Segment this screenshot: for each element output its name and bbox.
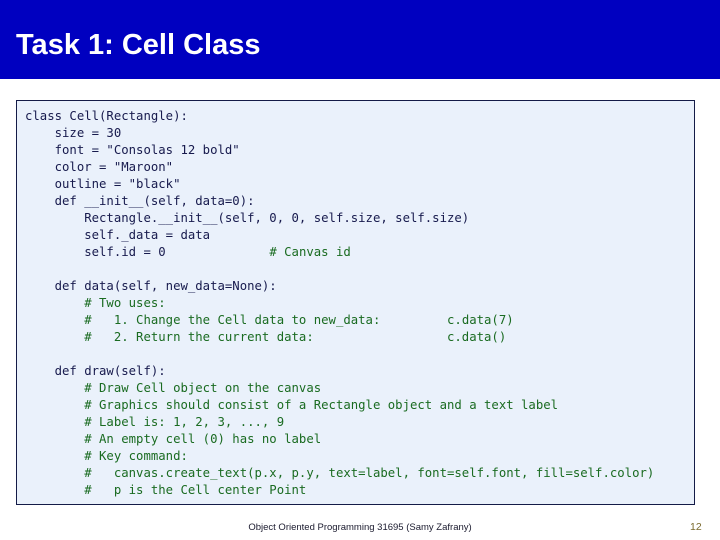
code-line: # Two uses: (25, 295, 694, 312)
code-text: class Cell(Rectangle): (25, 109, 188, 123)
page-number: 12 (690, 521, 702, 533)
slide: Task 1: Cell Class class Cell(Rectangle)… (0, 0, 720, 540)
code-text: Rectangle.__init__(self, 0, 0, self.size… (25, 211, 470, 225)
code-line: # An empty cell (0) has no label (25, 431, 694, 448)
code-line: self._data = data (25, 227, 694, 244)
code-text: outline = "black" (25, 177, 181, 191)
code-text: size = 30 (25, 126, 122, 140)
code-inline-comment: c.data(7) (447, 313, 514, 327)
code-line: # Label is: 1, 2, 3, ..., 9 (25, 414, 694, 431)
code-line: # Graphics should consist of a Rectangle… (25, 397, 694, 414)
code-text: def data(self, new_data=None): (25, 279, 277, 293)
code-comment: # 1. Change the Cell data to new_data: (25, 313, 381, 327)
code-line: def data(self, new_data=None): (25, 278, 694, 295)
code-line: font = "Consolas 12 bold" (25, 142, 694, 159)
code-spacer (166, 245, 270, 259)
code-line: # Draw Cell object on the canvas (25, 380, 694, 397)
code-line: Rectangle.__init__(self, 0, 0, self.size… (25, 210, 694, 227)
code-comment: # Label is: 1, 2, 3, ..., 9 (25, 415, 285, 429)
code-line: # Key command: (25, 448, 694, 465)
code-comment: # Draw Cell object on the canvas (25, 381, 322, 395)
code-line: # canvas.create_text(p.x, p.y, text=labe… (25, 465, 694, 482)
code-comment: # Graphics should consist of a Rectangle… (25, 398, 559, 412)
footer-course-label: Object Oriented Programming 31695 (Samy … (248, 522, 472, 533)
code-comment: # Key command: (25, 449, 188, 463)
code-inline-comment: # Canvas id (269, 245, 351, 259)
page-title: Task 1: Cell Class (16, 29, 261, 61)
code-line: def draw(self): (25, 363, 694, 380)
code-line: # 2. Return the current data: c.data() (25, 329, 694, 346)
code-text: color = "Maroon" (25, 160, 174, 174)
code-line: size = 30 (25, 125, 694, 142)
code-lines: class Cell(Rectangle): size = 30 font = … (25, 108, 694, 499)
code-line: outline = "black" (25, 176, 694, 193)
code-text: self.id = 0 (25, 245, 166, 259)
code-inline-comment: c.data() (447, 330, 507, 344)
code-line: class Cell(Rectangle): (25, 108, 694, 125)
code-spacer (380, 313, 447, 327)
code-line: # p is the Cell center Point (25, 482, 694, 499)
code-line: def __init__(self, data=0): (25, 193, 694, 210)
code-comment: # Two uses: (25, 296, 166, 310)
code-text: self._data = data (25, 228, 211, 242)
code-text: font = "Consolas 12 bold" (25, 143, 240, 157)
code-comment: # 2. Return the current data: (25, 330, 314, 344)
code-comment: # An empty cell (0) has no label (25, 432, 322, 446)
code-text: def __init__(self, data=0): (25, 194, 255, 208)
code-line: color = "Maroon" (25, 159, 694, 176)
title-bar: Task 1: Cell Class (0, 0, 720, 79)
code-comment: # p is the Cell center Point (25, 483, 307, 497)
code-line: self.id = 0 # Canvas id (25, 244, 694, 261)
code-comment: # canvas.create_text(p.x, p.y, text=labe… (25, 466, 655, 480)
code-spacer (314, 330, 447, 344)
code-text: def draw(self): (25, 364, 166, 378)
code-block: class Cell(Rectangle): size = 30 font = … (16, 100, 695, 505)
code-line: # 1. Change the Cell data to new_data: c… (25, 312, 694, 329)
